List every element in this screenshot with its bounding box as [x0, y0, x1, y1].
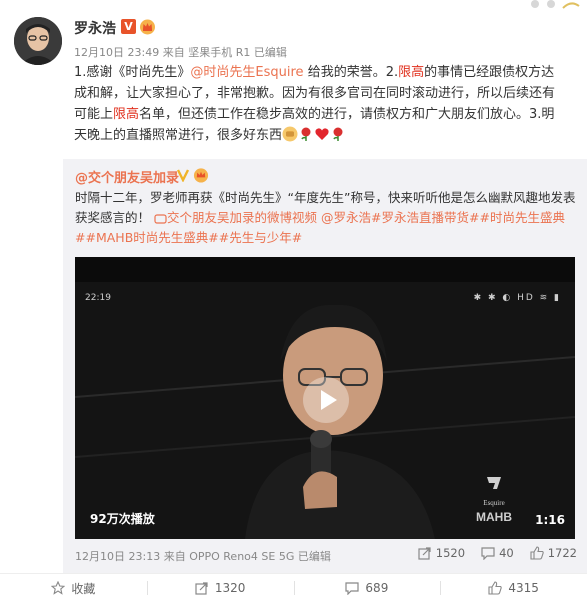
post-text-part: 1.感谢《时尚先生》 — [74, 65, 191, 80]
esquire-mention-link[interactable]: @时尚先生Esquire — [190, 65, 303, 80]
verified-icon: V — [121, 19, 136, 34]
mention-luoyonghao-link[interactable]: @罗永浩 — [321, 210, 371, 225]
play-icon — [321, 390, 337, 410]
repost-comment-button[interactable]: 40 — [481, 546, 514, 560]
repost-source-prefix: 来自 — [163, 550, 186, 563]
play-button[interactable] — [303, 377, 349, 423]
comment-count: 689 — [365, 581, 389, 595]
repost-like-button[interactable]: 1722 — [530, 546, 577, 560]
repost-button[interactable]: 1320 — [146, 574, 294, 602]
repost-repost-button[interactable]: 1520 — [418, 546, 465, 560]
repost-like-count: 1722 — [547, 546, 577, 560]
post-text-part: 给我的荣誉。2. — [303, 65, 399, 80]
repost-action-group: 1520 40 1722 — [418, 546, 577, 560]
post-time[interactable]: 12月10日 23:49 — [74, 46, 159, 59]
star-icon — [51, 581, 66, 595]
repost-repost-count: 1520 — [435, 546, 466, 560]
repost-icon — [195, 582, 208, 595]
like-icon — [488, 581, 503, 595]
restriction-keyword-link[interactable]: 限高 — [398, 65, 424, 80]
post-edited[interactable]: 已编辑 — [254, 46, 287, 59]
esquire-logo-text: Esquire — [483, 499, 504, 507]
video-clock: 22:19 — [85, 293, 111, 303]
fist-emoji-icon — [282, 126, 298, 142]
heart-icon — [315, 128, 329, 140]
comment-button[interactable]: 689 — [293, 574, 441, 602]
post-meta: 12月10日 23:49 来自 坚果手机 R1 已编辑 — [74, 44, 287, 60]
crown-icon — [140, 19, 155, 35]
crown-icon — [193, 168, 209, 183]
repost-comment-count: 40 — [499, 546, 514, 560]
favorite-button[interactable]: 收藏 — [0, 574, 147, 602]
restriction-keyword-link[interactable]: 限高 — [113, 107, 139, 122]
comment-icon — [481, 547, 495, 560]
post-body: 1.感谢《时尚先生》@时尚先生Esquire 给我的荣誉。2.限高的事情已经跟债… — [74, 62, 560, 146]
hashtag-link[interactable]: #MAHB时尚先生盛典# — [85, 230, 218, 245]
repost-time[interactable]: 12月10日 23:13 — [75, 550, 160, 563]
mahb-logo-text: MAHB — [476, 510, 512, 524]
comment-icon — [345, 582, 360, 595]
reposted-card: @交个朋友吴加录 时隔十二年，罗老师再获《时尚先生》“年度先生”称号，快来听听他… — [63, 159, 587, 573]
rose-icon — [301, 127, 311, 141]
video-duration: 1:16 — [535, 513, 565, 527]
like-count: 4315 — [508, 581, 539, 595]
username[interactable]: 罗永浩 — [74, 18, 116, 38]
video-link-label: 交个朋友吴加录的微博视频 — [167, 210, 318, 225]
video-link[interactable]: 交个朋友吴加录的微博视频 — [154, 210, 317, 225]
avatar[interactable] — [14, 17, 62, 65]
post-source-prefix: 来自 — [162, 46, 185, 59]
repost-icon — [418, 547, 431, 560]
repost-meta: 12月10日 23:13 来自 OPPO Reno4 SE 5G 已编辑 — [75, 548, 331, 564]
like-icon — [530, 546, 544, 560]
video-status-icons: ✱ ✱ ◐ HD ≋ ▮ — [473, 293, 561, 303]
verified-icon — [176, 169, 190, 182]
rose-icon — [333, 127, 343, 141]
repost-source[interactable]: OPPO Reno4 SE 5G — [189, 550, 294, 563]
like-button[interactable]: 4315 — [440, 574, 587, 602]
video-link-icon — [154, 214, 167, 224]
repost-body: 时隔十二年，罗老师再获《时尚先生》“年度先生”称号，快来听听他是怎么幽默风趣地发… — [75, 188, 580, 248]
avatar-image — [14, 17, 62, 65]
repost-edited[interactable]: 已编辑 — [298, 550, 331, 563]
repost-author-link[interactable]: @交个朋友吴加录 — [75, 167, 179, 186]
hashtag-link[interactable]: #先生与少年# — [219, 230, 302, 245]
video-player[interactable]: 22:19 ✱ ✱ ◐ HD ≋ ▮ Esquire MAHB 92万次播放 1… — [75, 257, 575, 539]
repost-count: 1320 — [214, 581, 246, 595]
esquire-logo-icon: Esquire MAHB — [476, 477, 512, 524]
view-count: 92万次播放 — [90, 512, 155, 526]
favorite-label: 收藏 — [71, 581, 96, 596]
action-bar: 收藏 1320 689 4315 — [0, 573, 587, 602]
card-decoration-icon — [531, 0, 580, 9]
hashtag-link[interactable]: #罗永浩直播带货# — [371, 210, 479, 225]
post-source[interactable]: 坚果手机 R1 — [188, 46, 250, 59]
